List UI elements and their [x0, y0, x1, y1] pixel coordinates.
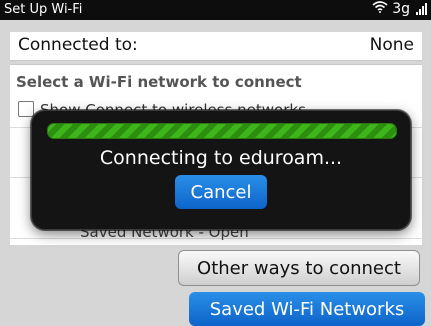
signal-icon	[416, 3, 427, 15]
saved-networks-button[interactable]: Saved Wi-Fi Networks	[189, 292, 425, 326]
connected-label: Connected to:	[18, 35, 138, 55]
connected-row: Connected to: None	[10, 32, 422, 61]
status-bar-title: Set Up Wi-Fi	[4, 2, 83, 17]
section-heading: Select a Wi-Fi network to connect	[16, 73, 302, 91]
network-type-label: 3g	[392, 1, 410, 17]
dialog-message: Connecting to eduroam...	[99, 147, 343, 169]
wifi-icon	[372, 1, 388, 17]
connecting-dialog: Connecting to eduroam... Cancel	[31, 110, 411, 230]
show-hidden-checkbox[interactable]	[18, 101, 34, 117]
status-icons: 3g	[372, 1, 427, 17]
other-ways-button[interactable]: Other ways to connect	[178, 250, 420, 286]
connected-value: None	[369, 35, 414, 55]
status-bar: Set Up Wi-Fi 3g	[0, 0, 431, 20]
cancel-button[interactable]: Cancel	[175, 175, 267, 209]
progress-bar	[47, 123, 397, 139]
